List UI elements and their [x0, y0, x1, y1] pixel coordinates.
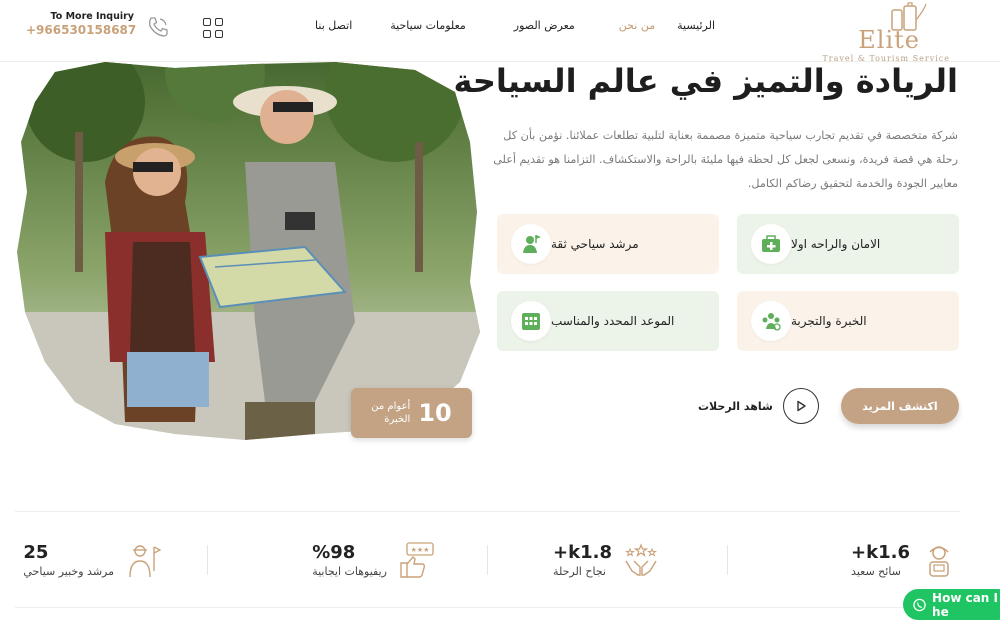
main-nav: الرئيسية من نحن معرض الصور معلومات سياحي…: [315, 19, 715, 32]
stat-label: ريفيوهات ايجابية: [312, 565, 387, 578]
stat-trip-success: +k1.8 نجاح الرحلة: [553, 538, 660, 582]
feature-schedule: الموعد المحدد والمناسب: [497, 291, 719, 351]
stat-divider: [487, 545, 488, 575]
feature-label: الامان والراحه اولا: [791, 237, 881, 251]
experience-badge: أعوام من الخبرة 10: [351, 388, 472, 438]
stats-top-border: [15, 511, 960, 512]
stat-positive-reviews: ★★★ %98 ريفيوهات ايجابية: [312, 538, 435, 582]
feature-guide: مرشد سياحي ثقة: [497, 214, 719, 274]
nav-tourist-info[interactable]: معلومات سياحية: [390, 19, 466, 32]
logo-text: Elite: [858, 26, 920, 54]
stat-label: سائح سعيد: [851, 565, 901, 578]
feature-label: الموعد المحدد والمناسب: [551, 314, 675, 328]
stat-value: %98: [312, 542, 356, 563]
guide-icon: [511, 224, 551, 264]
nav-contact[interactable]: اتصل بنا: [315, 19, 352, 32]
tourist-icon: [929, 546, 949, 577]
hero-photo-travellers: [17, 62, 480, 440]
stat-value: 25: [23, 542, 49, 563]
stats-bottom-border: [15, 607, 960, 608]
svg-text:★★★: ★★★: [411, 546, 430, 554]
hero-description: شركة متخصصة في تقديم تجارب سياحية متميزة…: [493, 129, 958, 190]
whatsapp-chat-button[interactable]: How can I he: [903, 589, 1000, 620]
hero-title: الريادة والتميز في عالم السياحة: [453, 62, 958, 100]
nav-home[interactable]: الرئيسية: [677, 19, 715, 32]
nav-about[interactable]: من نحن: [619, 19, 655, 32]
stat-value: +k1.8: [553, 542, 612, 563]
explore-more-button[interactable]: اكتشف المزيد: [841, 388, 959, 424]
calendar-icon: [511, 301, 551, 341]
play-icon[interactable]: [782, 388, 819, 424]
hands-stars-icon: [625, 543, 657, 576]
grid-menu-icon[interactable]: [203, 18, 223, 38]
stat-happy-tourists: +k1.6 سائح سعيد: [851, 538, 958, 582]
site-header: Elite Travel & Tourism Service الرئيسية …: [0, 0, 1000, 63]
phone-number[interactable]: +966530158687: [26, 23, 136, 37]
chat-label: How can I he: [932, 590, 998, 619]
feature-label: مرشد سياحي ثقة: [551, 237, 639, 251]
feature-safety: الامان والراحه اولا: [737, 214, 959, 274]
stat-divider: [207, 545, 208, 575]
stat-value: +k1.6: [851, 542, 910, 563]
watch-trips-button[interactable]: شاهد الرحلات: [698, 388, 819, 424]
stat-divider: [727, 545, 728, 575]
guide-flag-icon: [129, 545, 162, 578]
stat-label: نجاح الرحلة: [553, 565, 606, 578]
thumbs-up-rating-icon: ★★★: [400, 542, 434, 578]
first-aid-icon: [751, 224, 791, 264]
stat-tour-guides: 25 مرشد وخبير سياحي: [23, 538, 162, 582]
team-icon: [751, 301, 791, 341]
feature-experience: الخبرة والتجربة: [737, 291, 959, 351]
experience-text: أعوام من الخبرة: [371, 401, 411, 425]
experience-number: 10: [418, 399, 452, 427]
feature-label: الخبرة والتجربة: [791, 314, 867, 328]
logo[interactable]: Elite Travel & Tourism Service: [822, 2, 950, 63]
inquiry-block: To More Inquiry +966530158687: [26, 11, 136, 37]
stat-label: مرشد وخبير سياحي: [23, 565, 114, 578]
nav-gallery[interactable]: معرض الصور: [514, 19, 575, 32]
watch-trips-label: شاهد الرحلات: [698, 399, 773, 413]
whatsapp-icon: [913, 598, 926, 611]
inquiry-label: To More Inquiry: [50, 11, 134, 22]
phone-icon: [149, 17, 168, 37]
